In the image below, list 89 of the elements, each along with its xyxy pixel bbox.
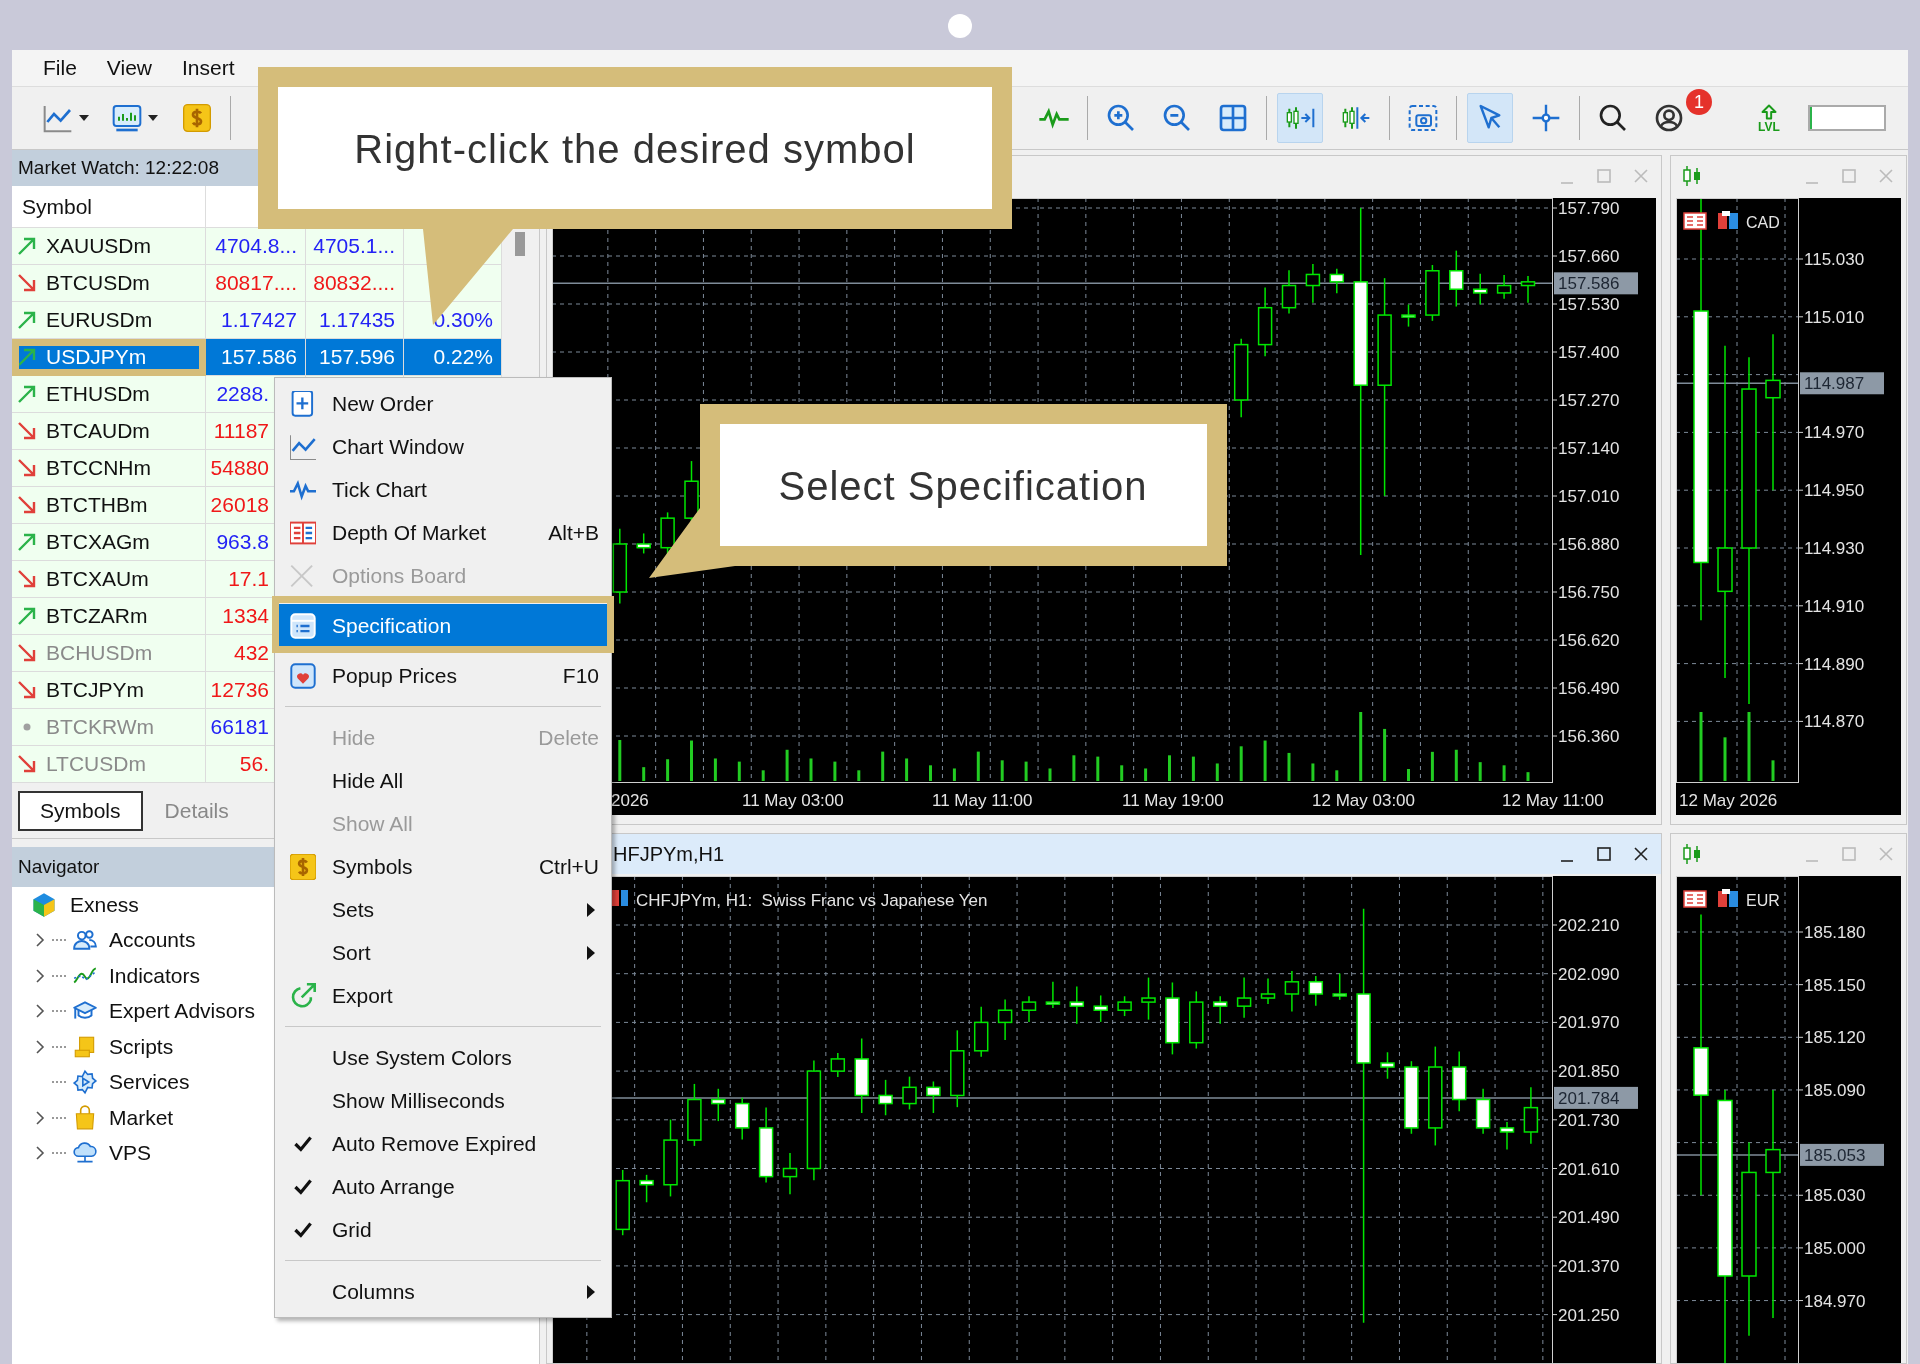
price-label: 201.730 bbox=[1558, 1110, 1620, 1130]
price-label: 115.030 bbox=[1804, 250, 1865, 269]
price-label: 201.490 bbox=[1558, 1208, 1620, 1228]
price-label: 156.880 bbox=[1558, 535, 1620, 554]
table-cell: 157.586 bbox=[221, 345, 297, 369]
price-label: 185.120 bbox=[1804, 1028, 1866, 1048]
price-label: 157.790 bbox=[1558, 199, 1620, 218]
table-cell: 1.17435 bbox=[319, 308, 395, 332]
price-label: 201.370 bbox=[1558, 1256, 1620, 1276]
symbol-cell: USDJPYm bbox=[46, 345, 147, 369]
table-cell: 12736 bbox=[210, 678, 269, 702]
shortcut-label: F10 bbox=[562, 663, 599, 688]
symbol-cell: LTCUSDm bbox=[46, 752, 146, 776]
table-cell: 4704.8... bbox=[215, 234, 297, 258]
price-label: 156.490 bbox=[1558, 679, 1620, 698]
time-label: 12 May 2026 bbox=[1679, 791, 1778, 810]
price-label: 185.030 bbox=[1804, 1186, 1866, 1206]
table-cell: 11187 bbox=[213, 419, 269, 443]
table-cell: 1.17427 bbox=[221, 308, 297, 332]
price-label: 201.250 bbox=[1558, 1305, 1620, 1325]
table-cell: 963.8 bbox=[216, 530, 269, 554]
table-cell: 80817.... bbox=[215, 271, 297, 295]
price-label: 114.970 bbox=[1804, 423, 1865, 443]
time-label: 12 May 03:00 bbox=[1312, 791, 1415, 810]
symbol-cell: XAUUSDm bbox=[46, 234, 151, 258]
notification-badge: 1 bbox=[1686, 89, 1712, 115]
current-price-label: 201.784 bbox=[1554, 1086, 1638, 1109]
price-label: 201.850 bbox=[1558, 1062, 1620, 1082]
price-label: 201.610 bbox=[1558, 1159, 1620, 1179]
price-label: 156.620 bbox=[1558, 631, 1620, 650]
price-label: 114.870 bbox=[1804, 712, 1865, 732]
time-label: 2026 bbox=[611, 791, 649, 810]
table-cell: 432 bbox=[233, 641, 269, 665]
price-label: 114.910 bbox=[1804, 596, 1865, 616]
shortcut-label: Ctrl+U bbox=[538, 854, 599, 879]
symbol-cell: BTCXAUm bbox=[46, 567, 149, 591]
price-label: 156.360 bbox=[1558, 727, 1620, 746]
current-price-label: 185.053 bbox=[1800, 1143, 1884, 1166]
symbol-cell: BTCCNHm bbox=[46, 456, 151, 480]
price-label: 202.090 bbox=[1558, 964, 1620, 984]
price-label: 185.000 bbox=[1804, 1238, 1866, 1258]
window-title: HFJPYm,H1 bbox=[613, 842, 725, 866]
price-label: 184.970 bbox=[1804, 1291, 1866, 1311]
table-cell: 4705.1... bbox=[313, 234, 395, 258]
price-label: 157.140 bbox=[1558, 439, 1620, 458]
table-cell: 157.596 bbox=[319, 345, 395, 369]
price-label: 157.400 bbox=[1558, 343, 1620, 362]
table-cell: 66181 bbox=[210, 715, 269, 739]
price-label: 114.950 bbox=[1804, 481, 1865, 501]
table-cell: 80832.... bbox=[313, 271, 395, 295]
chart-caption: CHFJPYm, H1: Swiss Franc vs Japanese Yen bbox=[636, 891, 988, 910]
symbol-cell: BTCZARm bbox=[46, 604, 148, 628]
table-cell: 56. bbox=[239, 752, 269, 776]
table-cell: 54880 bbox=[210, 456, 269, 480]
price-label: 185.150 bbox=[1804, 975, 1866, 995]
price-label: 157.530 bbox=[1558, 295, 1620, 314]
symbol-cell: ETHUSDm bbox=[46, 382, 150, 406]
current-price-label: 114.987 bbox=[1800, 372, 1884, 395]
price-label: 157.660 bbox=[1558, 247, 1620, 266]
symbol-cell: BTCUSDm bbox=[46, 271, 150, 295]
table-cell: 17.1 bbox=[228, 567, 269, 591]
price-label: 114.930 bbox=[1804, 539, 1865, 558]
price-label: 201.970 bbox=[1558, 1013, 1620, 1033]
time-label: 12 May 11:00 bbox=[1502, 791, 1604, 810]
currency-label: CAD bbox=[1746, 214, 1780, 231]
price-label: 115.010 bbox=[1804, 307, 1865, 327]
table-cell: 1334 bbox=[222, 604, 269, 628]
price-label: 157.010 bbox=[1558, 487, 1620, 506]
table-cell: 2288. bbox=[216, 382, 269, 406]
symbol-cell: EURUSDm bbox=[46, 308, 153, 332]
price-label: 156.750 bbox=[1558, 583, 1620, 602]
symbol-cell: BTCTHBm bbox=[46, 493, 148, 517]
time-label: 11 May 03:00 bbox=[742, 791, 844, 810]
time-label: 11 May 19:00 bbox=[1122, 791, 1224, 810]
table-cell: 0.22% bbox=[433, 345, 493, 369]
price-label: 202.210 bbox=[1558, 916, 1620, 935]
currency-label: EUR bbox=[1746, 892, 1780, 909]
price-label: 185.180 bbox=[1804, 923, 1866, 942]
table-cell: 26018 bbox=[210, 493, 269, 517]
current-price-label: 157.586 bbox=[1554, 272, 1638, 295]
symbol-cell: BTCKRWm bbox=[46, 715, 155, 739]
price-label: 114.890 bbox=[1804, 654, 1865, 674]
price-label: 185.090 bbox=[1804, 1080, 1866, 1100]
symbol-cell: BTCJPYm bbox=[46, 678, 144, 702]
symbol-cell: BTCAUDm bbox=[46, 419, 150, 443]
price-label: 157.270 bbox=[1558, 391, 1620, 410]
time-label: 11 May 11:00 bbox=[932, 791, 1033, 810]
symbol-cell: BCHUSDm bbox=[46, 641, 153, 665]
symbol-cell: BTCXAGm bbox=[46, 530, 150, 554]
